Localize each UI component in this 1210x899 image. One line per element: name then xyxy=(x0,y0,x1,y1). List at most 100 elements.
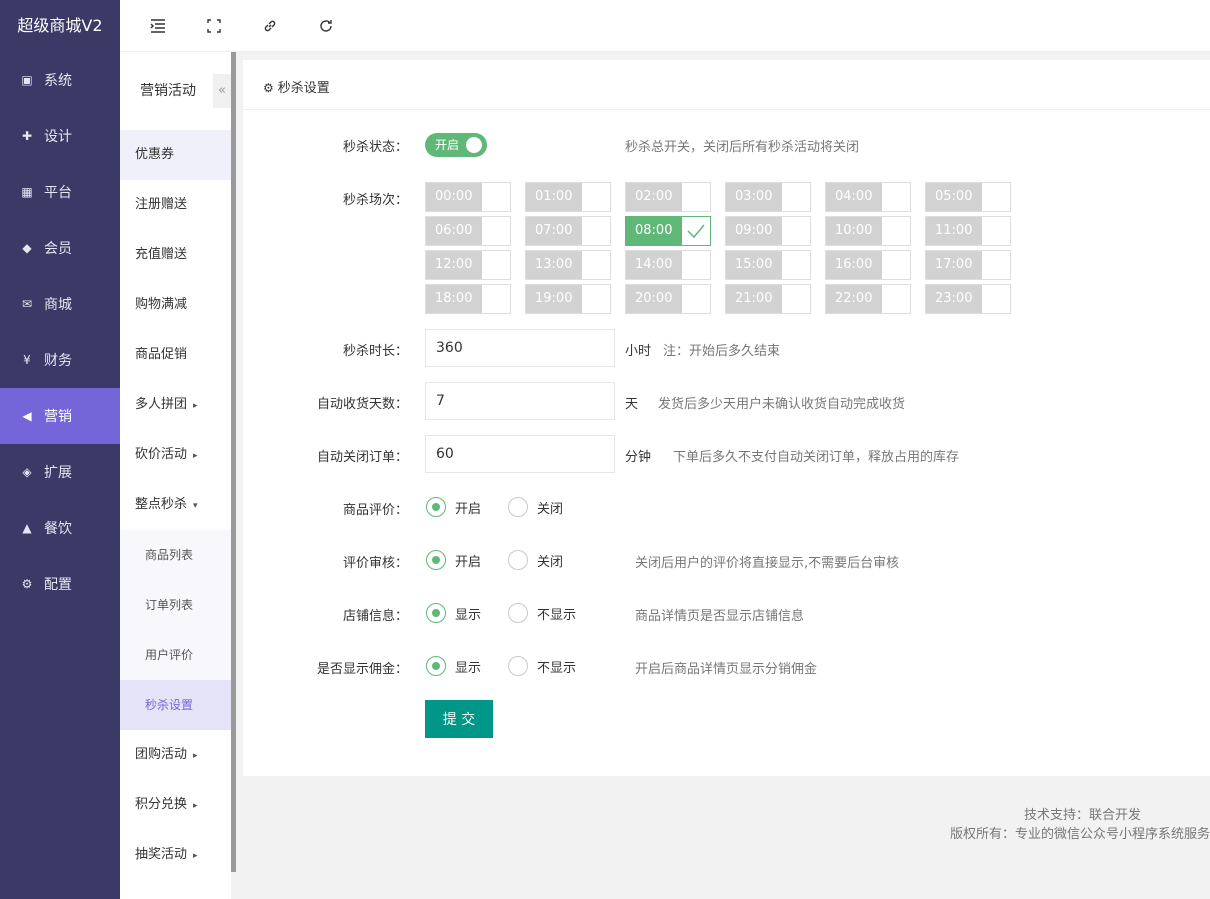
submenu-item-9[interactable]: 订单列表 xyxy=(120,580,231,630)
time-slot-label: 18:00 xyxy=(426,285,482,313)
time-slot-label: 11:00 xyxy=(926,217,982,245)
submenu-item-5[interactable]: 多人拼团 ▸ xyxy=(120,380,231,430)
submenu-item-7[interactable]: 整点秒杀 ▾ xyxy=(120,480,231,530)
submenu-item-8[interactable]: 商品列表 xyxy=(120,530,231,580)
audit-off-radio[interactable]: 关闭 xyxy=(508,550,563,570)
time-slot-label: 12:00 xyxy=(426,251,482,279)
radio-dot xyxy=(426,656,446,676)
time-slot-label: 20:00 xyxy=(626,285,682,313)
toggle-knob xyxy=(466,137,482,153)
time-slot-checkbox[interactable]: 00:00 xyxy=(425,182,511,212)
nav-item-label: 会员 xyxy=(44,241,72,257)
commission-on-radio[interactable]: 显示 xyxy=(426,656,481,676)
time-slot-label: 16:00 xyxy=(826,251,882,279)
submenu-item-4[interactable]: 商品促销 xyxy=(120,330,231,380)
time-slot-checkbox[interactable]: 11:00 xyxy=(925,216,1011,246)
settings-panel: ⚙ 秒杀设置 秒杀状态： 开启 秒杀总开关，关闭后所有秒杀活动将关闭 秒杀场次： … xyxy=(243,60,1210,776)
time-slot-checkbox[interactable]: 23:00 xyxy=(925,284,1011,314)
duration-hint: 注：开始后多久结束 xyxy=(663,344,781,359)
nav-item-9[interactable]: ⚙ 配置 xyxy=(0,556,120,612)
commission-off-label: 不显示 xyxy=(537,660,577,676)
time-slot-label: 08:00 xyxy=(626,217,682,245)
submenu-item-label: 充值赠送 xyxy=(135,247,188,262)
submenu-item-10[interactable]: 用户评价 xyxy=(120,630,231,680)
nav-item-8[interactable]: ▲ 餐饮 xyxy=(0,500,120,556)
nav-item-7[interactable]: ◈ 扩展 xyxy=(0,444,120,500)
nav-item-1[interactable]: ✚ 设计 xyxy=(0,108,120,164)
autoclose-input[interactable] xyxy=(425,435,615,473)
time-slot-checkbox[interactable]: 10:00 xyxy=(825,216,911,246)
fullscreen-icon[interactable] xyxy=(202,14,226,38)
shop-off-radio[interactable]: 不显示 xyxy=(508,603,576,623)
time-slot-checkbox[interactable]: 18:00 xyxy=(425,284,511,314)
time-slot-checkbox[interactable]: 06:00 xyxy=(425,216,511,246)
time-slot-label: 13:00 xyxy=(526,251,582,279)
duration-label: 秒杀时长： xyxy=(342,344,408,359)
submenu-item-label: 购物满减 xyxy=(135,297,188,312)
time-slot-checkbox[interactable]: 15:00 xyxy=(725,250,811,280)
submit-button[interactable]: 提 交 xyxy=(425,700,493,738)
submenu-item-11[interactable]: 秒杀设置 xyxy=(120,680,231,730)
submenu-item-0[interactable]: 优惠券 xyxy=(120,130,231,180)
duration-input[interactable] xyxy=(425,329,615,367)
review-on-label: 开启 xyxy=(455,501,482,517)
commission-on-label: 显示 xyxy=(455,660,482,676)
time-slot-checkbox[interactable]: 04:00 xyxy=(825,182,911,212)
refresh-icon[interactable] xyxy=(314,14,338,38)
submenu-item-13[interactable]: 积分兑换 ▸ xyxy=(120,780,231,830)
nav-item-label: 商城 xyxy=(44,297,72,313)
radio-dot xyxy=(426,550,446,570)
time-slot-checkbox[interactable]: 09:00 xyxy=(725,216,811,246)
nav-item-6[interactable]: ◀ 营销 xyxy=(0,388,120,444)
audit-on-radio[interactable]: 开启 xyxy=(426,550,481,570)
time-slot-checkbox[interactable]: 20:00 xyxy=(625,284,711,314)
submenu-item-label: 整点秒杀 xyxy=(135,497,188,512)
nav-item-4[interactable]: ✉ 商城 xyxy=(0,276,120,332)
collapse-submenu-button[interactable]: « xyxy=(213,74,231,108)
autoreceive-input[interactable] xyxy=(425,382,615,420)
time-slot-checkbox[interactable]: 08:00 xyxy=(625,216,711,246)
nav-item-2[interactable]: ▦ 平台 xyxy=(0,164,120,220)
submenu-item-14[interactable]: 抽奖活动 ▸ xyxy=(120,830,231,880)
submenu-item-label: 商品促销 xyxy=(135,347,188,362)
time-slot-checkbox[interactable]: 13:00 xyxy=(525,250,611,280)
menu-toggle-icon[interactable] xyxy=(146,14,170,38)
menu-scrollbar[interactable] xyxy=(231,52,236,872)
nav-item-3[interactable]: ◆ 会员 xyxy=(0,220,120,276)
review-on-radio[interactable]: 开启 xyxy=(426,497,481,517)
time-slot-label: 23:00 xyxy=(926,285,982,313)
nav-item-0[interactable]: ▣ 系统 xyxy=(0,52,120,108)
review-off-radio[interactable]: 关闭 xyxy=(508,497,563,517)
main-sidebar: 超级商城V2 ▣ 系统 ✚ 设计 ▦ 平台 ◆ 会员 ✉ 商城 ¥ 财务 ◀ 营销 ◈ 扩展 ▲ 餐饮 ⚙ 配置 xyxy=(0,0,120,899)
time-slot-checkbox[interactable]: 12:00 xyxy=(425,250,511,280)
time-slot-checkbox[interactable]: 05:00 xyxy=(925,182,1011,212)
nav-item-label: 设计 xyxy=(44,129,72,145)
time-slot-checkbox[interactable]: 07:00 xyxy=(525,216,611,246)
top-toolbar xyxy=(120,0,1210,52)
submenu-item-1[interactable]: 注册赠送 xyxy=(120,180,231,230)
time-slot-checkbox[interactable]: 16:00 xyxy=(825,250,911,280)
time-slot-checkbox[interactable]: 17:00 xyxy=(925,250,1011,280)
time-slot-checkbox[interactable]: 22:00 xyxy=(825,284,911,314)
submenu-item-3[interactable]: 购物满减 xyxy=(120,280,231,330)
submenu-item-label: 积分兑换 xyxy=(135,797,188,812)
nav-item-5[interactable]: ¥ 财务 xyxy=(0,332,120,388)
time-slot-checkbox[interactable]: 21:00 xyxy=(725,284,811,314)
link-icon[interactable] xyxy=(258,14,282,38)
shop-on-radio[interactable]: 显示 xyxy=(426,603,481,623)
audit-on-label: 开启 xyxy=(455,554,482,570)
submenu-title: 营销活动 xyxy=(140,83,196,99)
time-slot-checkbox[interactable]: 01:00 xyxy=(525,182,611,212)
time-slot-checkbox[interactable]: 02:00 xyxy=(625,182,711,212)
submenu-item-6[interactable]: 砍价活动 ▸ xyxy=(120,430,231,480)
time-slot-checkbox[interactable]: 03:00 xyxy=(725,182,811,212)
grid-icon: ▦ xyxy=(21,185,33,199)
submenu-item-2[interactable]: 充值赠送 xyxy=(120,230,231,280)
time-slot-checkbox[interactable]: 14:00 xyxy=(625,250,711,280)
time-slot-checkbox[interactable]: 19:00 xyxy=(525,284,611,314)
status-toggle[interactable]: 开启 xyxy=(425,133,487,157)
submenu-item-12[interactable]: 团购活动 ▸ xyxy=(120,730,231,780)
autoclose-unit: 分钟 xyxy=(625,450,652,465)
commission-off-radio[interactable]: 不显示 xyxy=(508,656,576,676)
time-slot-label: 07:00 xyxy=(526,217,582,245)
